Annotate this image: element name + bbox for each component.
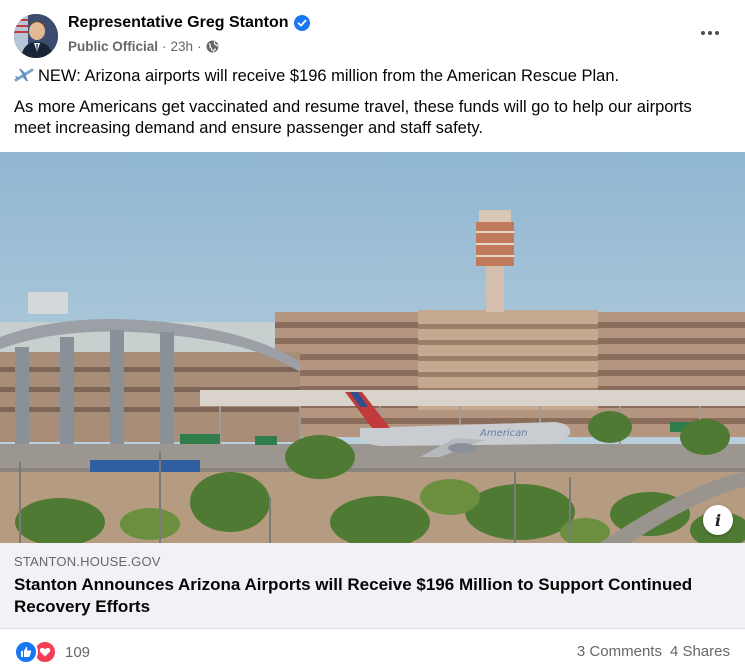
link-preview-card[interactable]: STANTON.HOUSE.GOV Stanton Announces Ariz… xyxy=(0,543,745,629)
link-domain: STANTON.HOUSE.GOV xyxy=(14,554,161,569)
globe-icon xyxy=(206,40,219,53)
post-meta: Public Official · 23h · xyxy=(68,39,219,54)
link-title[interactable]: Stanton Announces Arizona Airports will … xyxy=(14,574,714,618)
comments-count[interactable]: 3 Comments xyxy=(577,643,662,660)
post-text: NEW: Arizona airports will receive $196 … xyxy=(14,66,730,149)
avatar[interactable] xyxy=(14,14,58,58)
post-header: Representative Greg Stanton Public Offic… xyxy=(14,12,734,64)
like-reaction-icon xyxy=(14,640,38,664)
info-icon[interactable]: i xyxy=(703,505,733,535)
author-name-text[interactable]: Representative Greg Stanton xyxy=(68,14,289,32)
post-photo[interactable]: American i xyxy=(0,152,745,543)
engagement-stats: 3 Comments 4 Shares xyxy=(577,643,730,660)
airport-photo-illustration: American xyxy=(0,152,745,543)
facebook-post: Representative Greg Stanton Public Offic… xyxy=(0,0,745,669)
shares-count[interactable]: 4 Shares xyxy=(670,643,730,660)
reaction-count[interactable]: 109 xyxy=(65,644,90,661)
airplane-emoji-icon xyxy=(14,67,34,83)
post-timestamp[interactable]: 23h xyxy=(171,39,194,54)
post-line-1-text: NEW: Arizona airports will receive $196 … xyxy=(38,67,620,85)
meta-separator: · xyxy=(162,39,167,54)
author-role: Public Official xyxy=(68,39,159,54)
post-line-1: NEW: Arizona airports will receive $196 … xyxy=(14,66,730,87)
author-name[interactable]: Representative Greg Stanton xyxy=(68,14,310,32)
more-options-icon[interactable] xyxy=(692,18,728,48)
post-footer: 109 3 Comments 4 Shares xyxy=(14,636,730,666)
verified-badge-icon xyxy=(293,15,310,31)
aircraft-livery-text: American xyxy=(479,428,528,439)
post-line-2: As more Americans get vaccinated and res… xyxy=(14,98,692,137)
meta-separator-2: · xyxy=(197,39,202,54)
reactions-summary[interactable]: 109 xyxy=(14,640,90,664)
